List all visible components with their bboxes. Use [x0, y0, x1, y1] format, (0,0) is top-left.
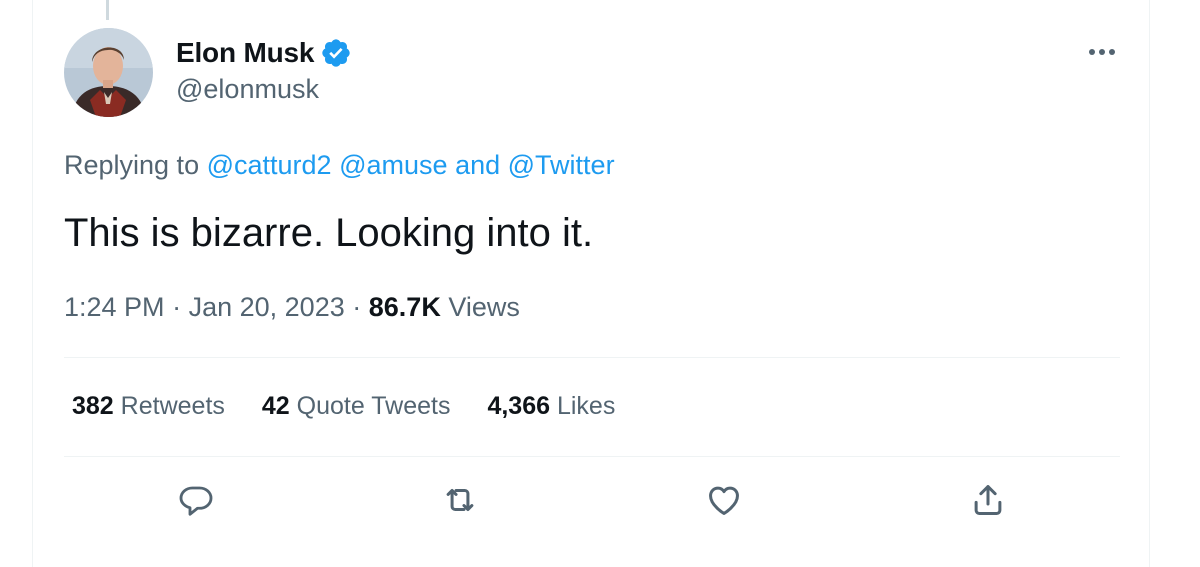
divider: [64, 456, 1120, 457]
tweet-meta: 1:24 PM · Jan 20, 2023 · 86.7K Views: [64, 292, 520, 323]
retweets-label: Retweets: [120, 392, 225, 420]
tweet-time[interactable]: 1:24 PM: [64, 292, 165, 322]
verified-badge-icon: [322, 39, 350, 67]
tweet-actions-bar: [0, 480, 1200, 520]
meta-separator: ·: [352, 292, 362, 322]
more-options-button[interactable]: [1082, 40, 1122, 64]
views-label: Views: [448, 292, 520, 322]
replying-to-line: Replying to @catturd2 @amuse and @Twitte…: [64, 150, 615, 181]
quote-tweets-count: 42: [261, 392, 290, 420]
more-dots-icon: [1089, 49, 1115, 55]
tweet-date[interactable]: Jan 20, 2023: [189, 292, 345, 322]
mention-amuse[interactable]: @amuse: [339, 150, 447, 180]
retweet-button[interactable]: [440, 480, 480, 520]
divider: [64, 357, 1120, 358]
quote-tweets-label: Quote Tweets: [296, 392, 451, 420]
author-name-row[interactable]: Elon Musk: [176, 36, 352, 70]
author-display-name[interactable]: Elon Musk: [176, 37, 314, 69]
mention-twitter[interactable]: @Twitter: [508, 150, 615, 180]
replying-prefix: Replying to: [64, 150, 200, 180]
likes-stat[interactable]: 4,366 Likes: [487, 392, 615, 421]
meta-separator: ·: [172, 292, 182, 322]
tweet-text: This is bizarre. Looking into it.: [64, 211, 594, 255]
mention-conjunction[interactable]: and: [455, 150, 500, 180]
views-count: 86.7K: [368, 292, 441, 322]
retweets-count: 382: [72, 392, 114, 420]
share-icon: [974, 485, 1002, 515]
likes-label: Likes: [556, 392, 616, 420]
mention-catturd2[interactable]: @catturd2: [207, 150, 332, 180]
retweet-icon: [446, 488, 474, 512]
like-button[interactable]: [704, 480, 744, 520]
avatar[interactable]: [64, 28, 153, 117]
avatar-photo: [64, 28, 153, 117]
reply-button[interactable]: [176, 480, 216, 520]
reply-icon: [179, 486, 213, 516]
thread-connector-line: [106, 0, 109, 20]
likes-count: 4,366: [487, 392, 551, 420]
heart-icon: [709, 486, 739, 515]
engagement-stats: 382 Retweets 42 Quote Tweets 4,366 Likes: [72, 392, 652, 421]
author-handle[interactable]: @elonmusk: [176, 74, 319, 105]
share-button[interactable]: [968, 480, 1008, 520]
quote-tweets-stat[interactable]: 42 Quote Tweets: [262, 392, 451, 421]
retweets-stat[interactable]: 382 Retweets: [72, 392, 225, 421]
